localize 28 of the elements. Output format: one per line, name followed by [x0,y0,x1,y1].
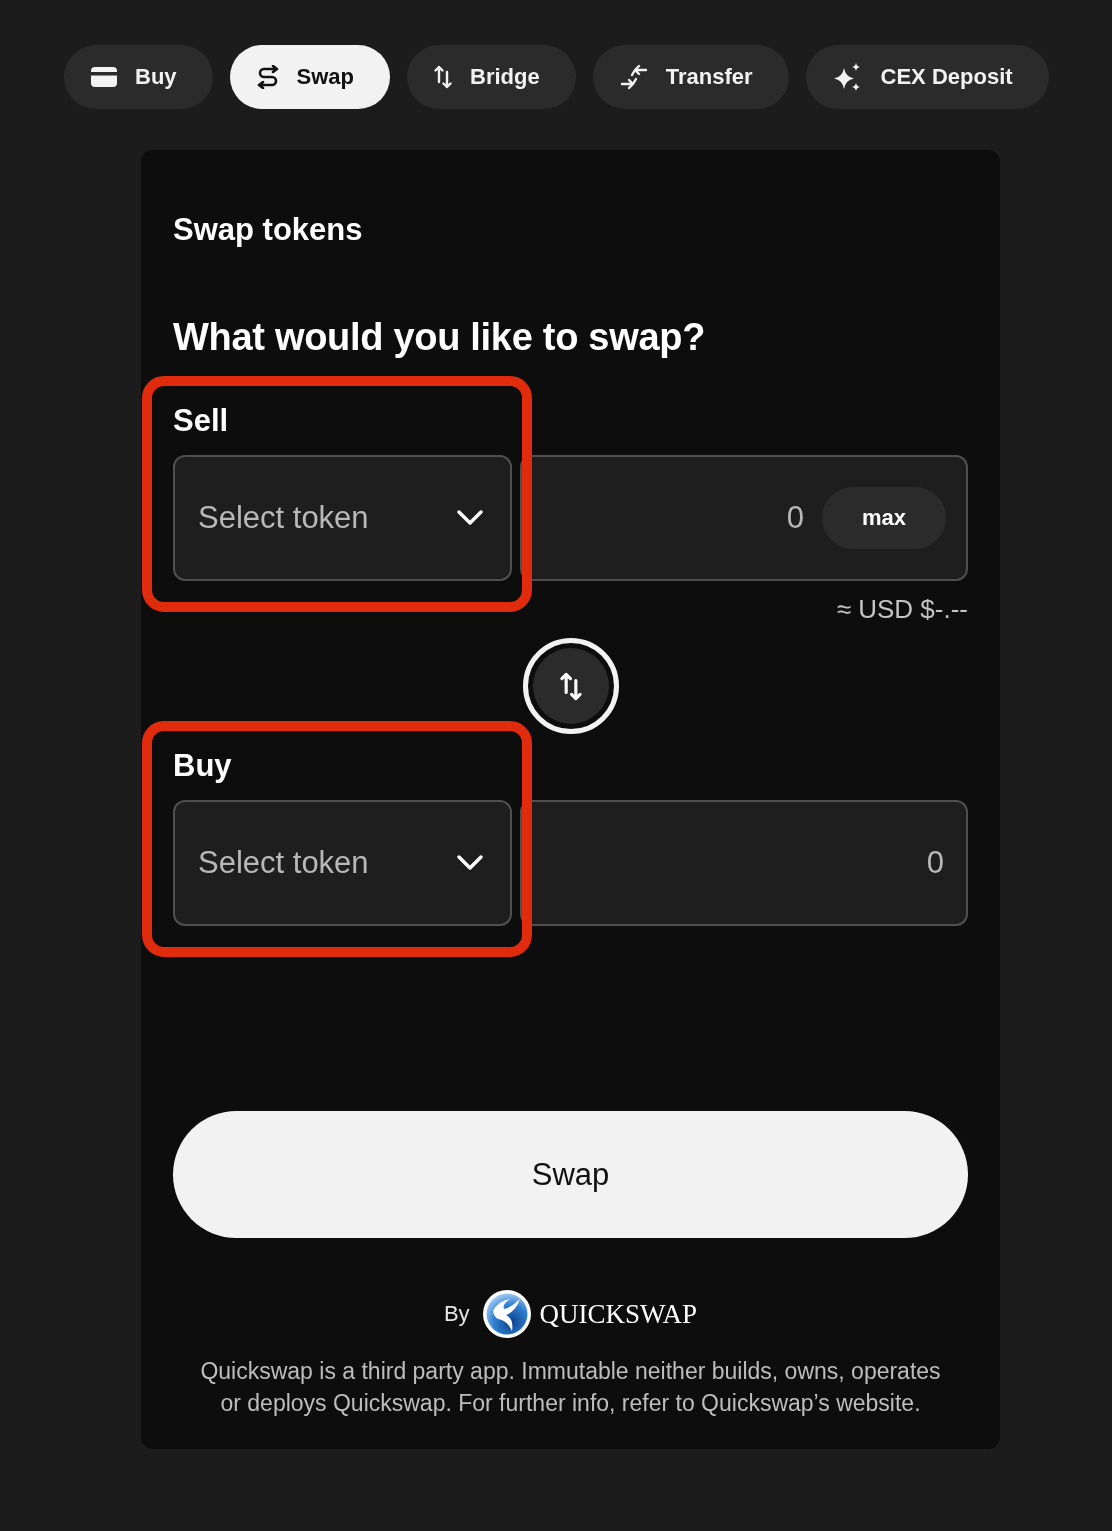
chevron-down-icon [457,510,483,526]
token-select[interactable]: Select token [173,800,512,926]
question-heading: What would you like to swap? [173,315,707,360]
tab[interactable]: Bridge [407,45,576,109]
up-down-arrows-icon [559,671,582,701]
disclaimer-text: Quickswap is a third party app. Immutable neither builds, owns, operates or deploys Quickswap. For further info, refer to Quickswap’s website. [199,1357,942,1418]
token-select[interactable]: Select token [173,455,512,581]
swap-arrows-icon [256,65,279,89]
max-button[interactable]: max [822,487,946,549]
select-placeholder: Select token [198,845,369,881]
tab[interactable]: CEX Deposit [805,45,1049,109]
card-title: Swap tokens [173,211,364,249]
tab[interactable]: Swap [229,45,391,109]
brand-wordmark: QUICKSWAP [539,1298,698,1330]
up-down-arrows-icon [434,65,453,89]
transfer-arrows-icon [619,64,648,90]
card-icon [91,67,117,87]
usd-estimate: ≈ USD $-.-- [836,593,968,625]
tab[interactable]: Transfer [592,45,789,109]
chevron-down-icon [457,855,483,871]
select-placeholder: Select token [198,500,369,536]
swap-button[interactable]: Swap [173,1111,968,1238]
swirl-logo-icon [481,1289,532,1339]
amount-field[interactable]: 0 [520,800,968,926]
panel-label: Buy [173,747,233,785]
tab[interactable]: Buy [64,45,213,109]
by-text: By [443,1301,470,1327]
panel-label: Sell [173,402,230,440]
